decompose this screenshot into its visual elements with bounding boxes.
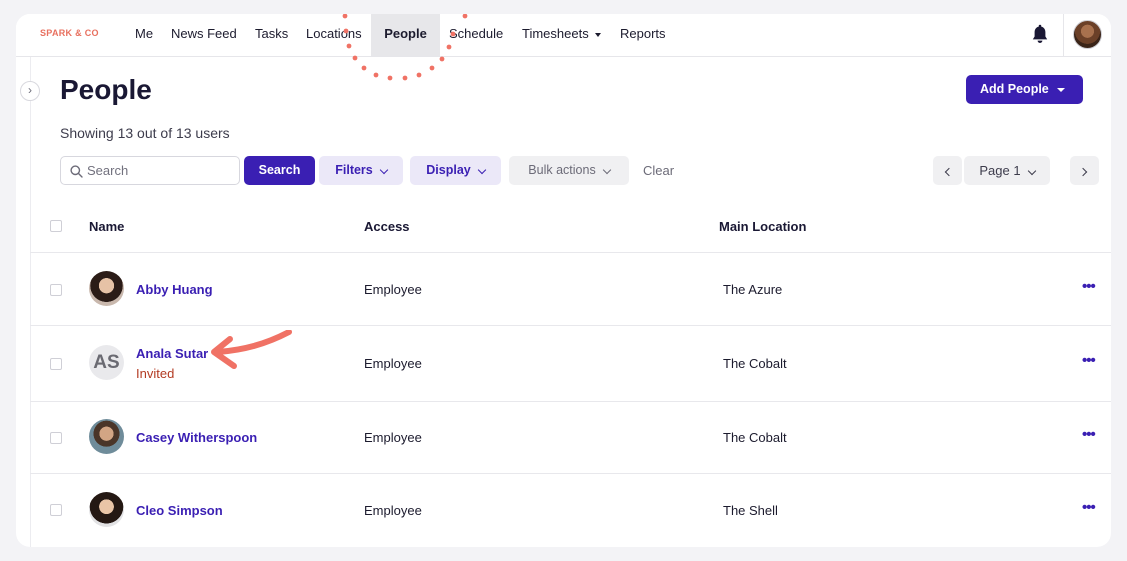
- person-name[interactable]: Abby Huang: [136, 282, 213, 297]
- prev-page-button[interactable]: [933, 156, 962, 185]
- clear-button[interactable]: Clear: [643, 163, 674, 178]
- results-count: Showing 13 out of 13 users: [60, 125, 230, 141]
- nav-schedule[interactable]: Schedule: [435, 14, 517, 56]
- search-field[interactable]: [60, 156, 240, 185]
- person-name[interactable]: Cleo Simpson: [136, 503, 223, 518]
- row-checkbox[interactable]: [50, 358, 62, 370]
- page-select[interactable]: Page 1: [964, 156, 1050, 185]
- access-cell: Employee: [364, 356, 422, 371]
- nav-people[interactable]: People: [371, 14, 440, 56]
- chevron-down-icon: [1027, 166, 1036, 175]
- avatar: AS: [89, 345, 124, 380]
- chevron-left-icon: [944, 167, 954, 177]
- avatar: [89, 492, 124, 527]
- bulk-actions-button[interactable]: Bulk actions: [509, 156, 629, 185]
- row-checkbox[interactable]: [50, 432, 62, 444]
- more-icon[interactable]: •••: [1082, 352, 1096, 369]
- brand-logo[interactable]: SPARK & CO: [40, 28, 99, 38]
- nav-news-feed[interactable]: News Feed: [157, 14, 251, 56]
- nav-locations[interactable]: Locations: [292, 14, 376, 56]
- chevron-right-icon[interactable]: ›: [20, 81, 40, 101]
- nav-reports[interactable]: Reports: [606, 14, 680, 56]
- column-header-access[interactable]: Access: [364, 219, 410, 234]
- row-divider: [30, 473, 1111, 474]
- avatar: [89, 419, 124, 454]
- location-cell: The Azure: [723, 282, 783, 297]
- filters-label: Filters: [335, 163, 373, 177]
- bulk-actions-label: Bulk actions: [528, 163, 596, 177]
- avatar: [89, 271, 124, 306]
- more-icon[interactable]: •••: [1082, 499, 1096, 516]
- location-cell: The Cobalt: [723, 430, 787, 445]
- app-window: SPARK & CO Me News Feed Tasks Locations …: [16, 14, 1111, 547]
- nav-divider: [1063, 14, 1064, 56]
- add-people-label: Add People: [980, 82, 1049, 96]
- location-cell: The Shell: [723, 503, 778, 518]
- page-select-label: Page 1: [979, 163, 1021, 178]
- search-input[interactable]: [87, 157, 237, 184]
- status-badge: Invited: [136, 366, 175, 381]
- row-divider: [30, 401, 1111, 402]
- column-header-name[interactable]: Name: [89, 219, 124, 234]
- display-label: Display: [426, 163, 471, 177]
- search-button[interactable]: Search: [244, 156, 315, 185]
- select-all-checkbox[interactable]: [50, 220, 62, 232]
- chevron-right-icon: [1078, 167, 1088, 177]
- user-avatar[interactable]: [1073, 20, 1102, 49]
- row-divider: [30, 252, 1111, 253]
- bell-icon[interactable]: [1030, 24, 1050, 46]
- access-cell: Employee: [364, 503, 422, 518]
- more-icon[interactable]: •••: [1082, 278, 1096, 295]
- next-page-button[interactable]: [1070, 156, 1099, 185]
- nav-timesheets-label: Timesheets: [522, 26, 589, 41]
- chevron-down-icon: [379, 165, 388, 174]
- nav-timesheets[interactable]: Timesheets: [508, 14, 615, 56]
- display-button[interactable]: Display: [410, 156, 501, 185]
- row-checkbox[interactable]: [50, 284, 62, 296]
- arrow-annotation: [211, 330, 292, 369]
- chevron-down-icon: [602, 165, 611, 174]
- caret-down-icon: [594, 32, 601, 37]
- person-name[interactable]: Casey Witherspoon: [136, 430, 257, 445]
- row-checkbox[interactable]: [50, 504, 62, 516]
- access-cell: Employee: [364, 282, 422, 297]
- add-people-button[interactable]: Add People: [966, 75, 1083, 104]
- location-cell: The Cobalt: [723, 356, 787, 371]
- filters-button[interactable]: Filters: [319, 156, 403, 185]
- search-icon: [70, 165, 83, 178]
- page-title: People: [60, 74, 152, 105]
- caret-down-icon: [1056, 87, 1065, 92]
- chevron-down-icon: [477, 165, 486, 174]
- column-header-main-location[interactable]: Main Location: [719, 219, 806, 234]
- person-name[interactable]: Anala Sutar: [136, 346, 208, 361]
- top-nav: SPARK & CO Me News Feed Tasks Locations …: [16, 14, 1111, 57]
- row-divider: [30, 325, 1111, 326]
- more-icon[interactable]: •••: [1082, 426, 1096, 443]
- access-cell: Employee: [364, 430, 422, 445]
